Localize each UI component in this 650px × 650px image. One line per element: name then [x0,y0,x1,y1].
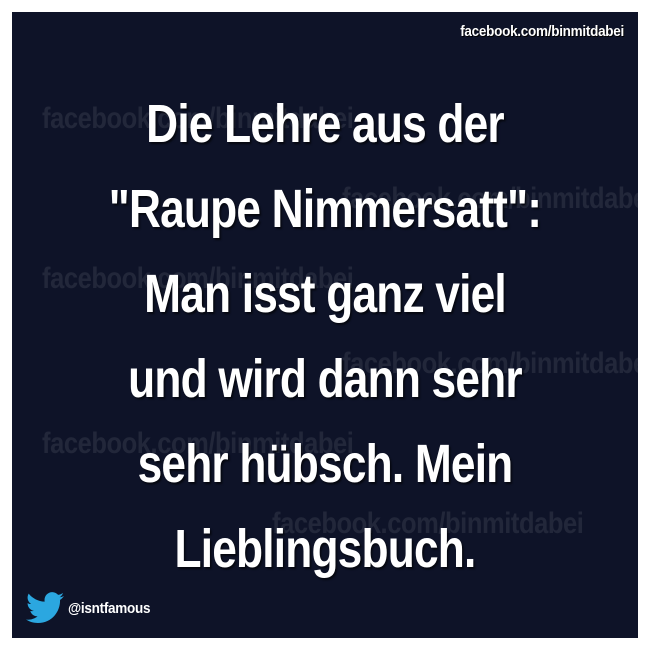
quote-line: Man isst ganz viel [144,264,507,324]
twitter-handle: @isntfamous [68,599,151,617]
quote-line: und wird dann sehr [128,349,522,409]
quote-line: Die Lehre aus der [146,94,504,154]
twitter-bird-icon [26,592,64,624]
quote-line: "Raupe Nimmersatt": [108,179,542,239]
facebook-source-link: facebook.com/binmitdabei [460,23,624,40]
image-frame: facebook.com/binmitdabei facebook.com/bi… [0,0,650,650]
quote-text: Die Lehre aus der "Raupe Nimmersatt": Ma… [12,82,638,592]
quote-line: Lieblingsbuch. [174,519,477,579]
quote-line: sehr hübsch. Mein [137,434,514,494]
twitter-credit: @isntfamous [26,590,159,626]
quote-card: facebook.com/binmitdabei facebook.com/bi… [12,12,638,638]
